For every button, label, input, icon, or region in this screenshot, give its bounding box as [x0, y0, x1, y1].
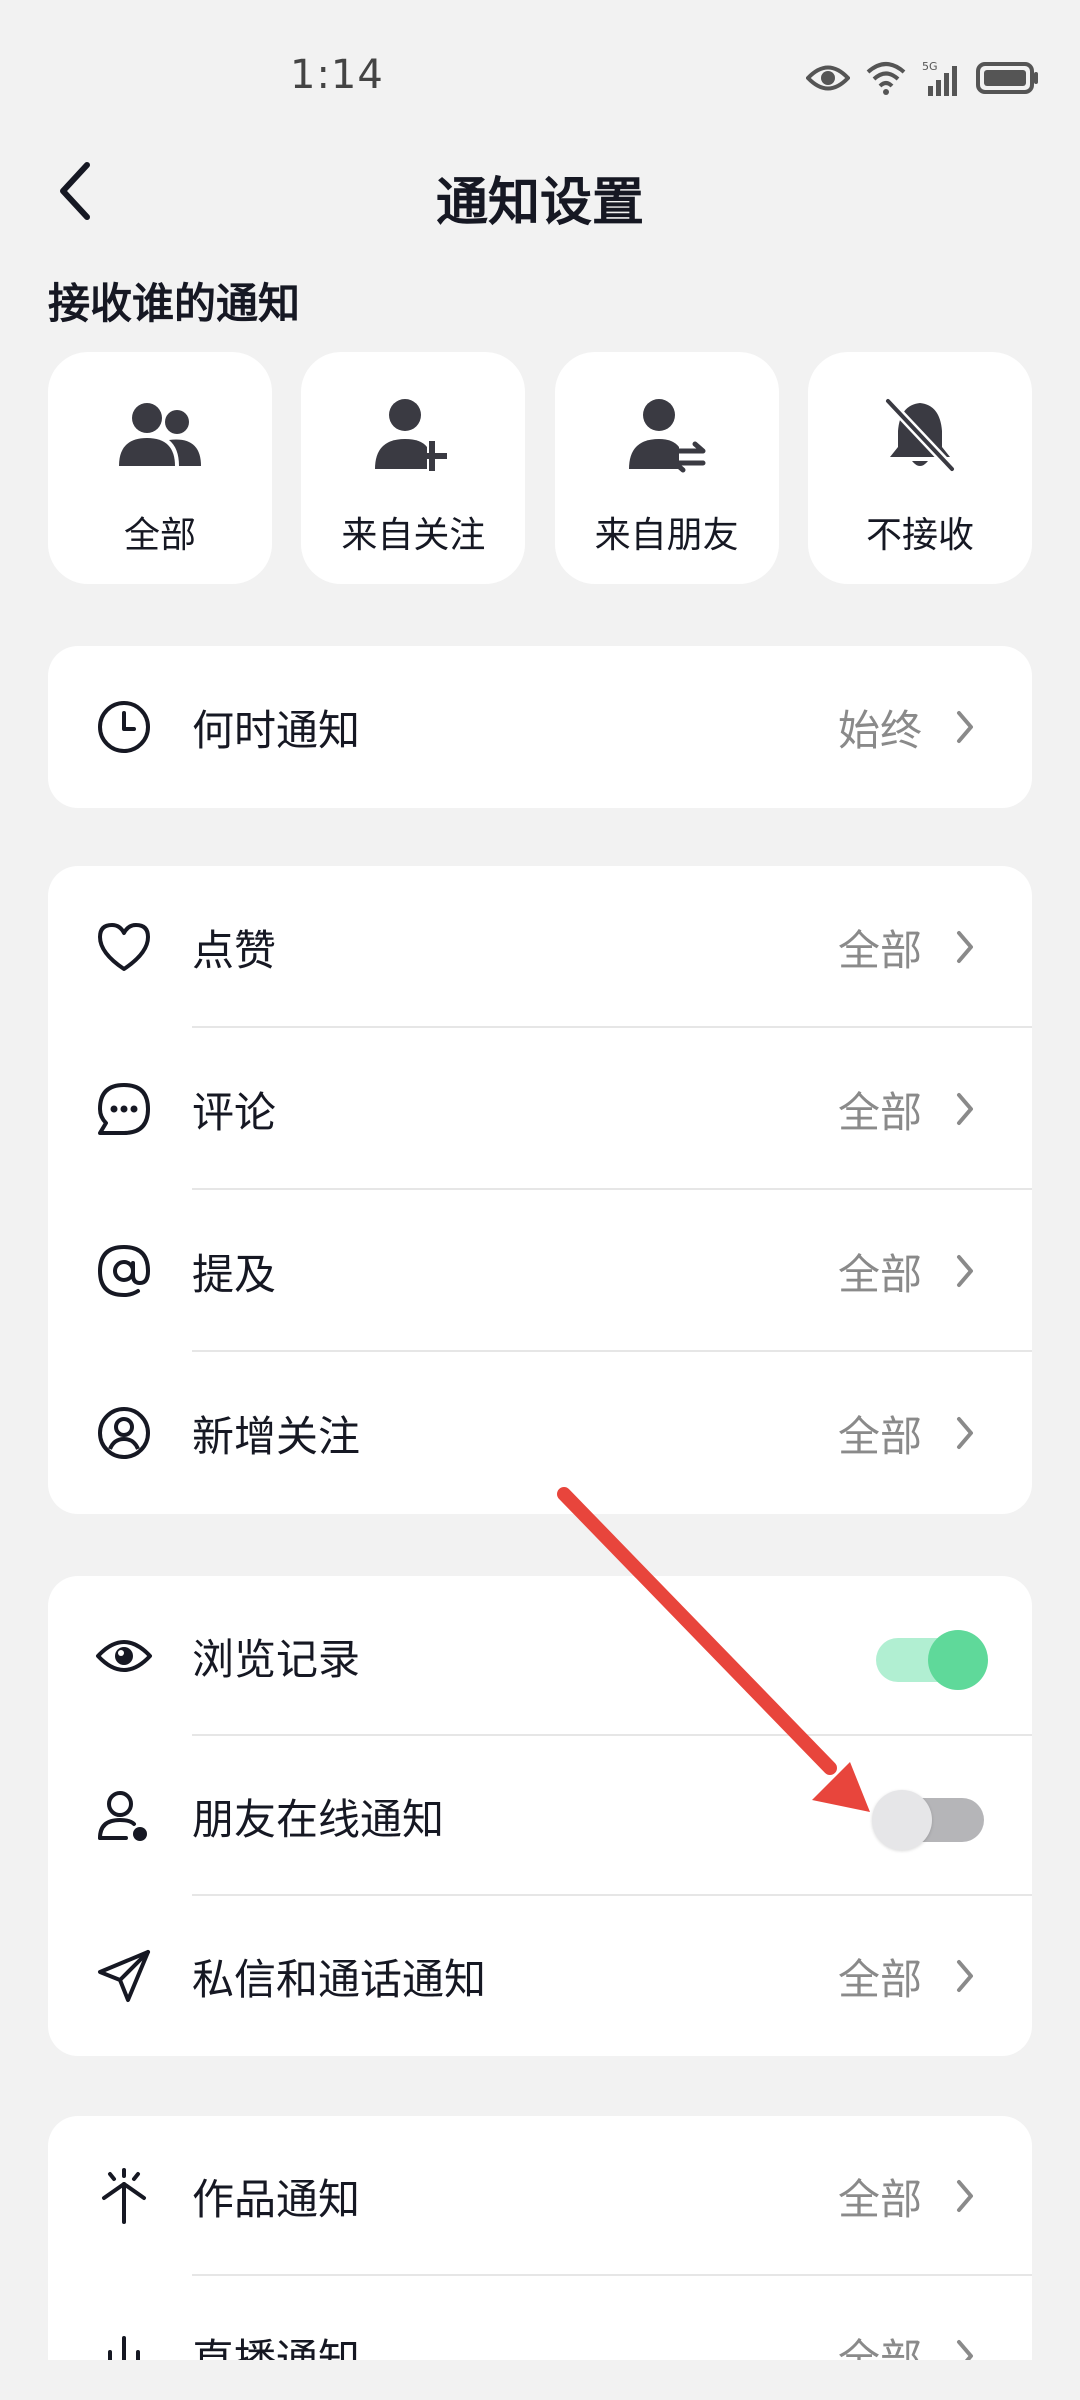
user-online-icon — [94, 1786, 154, 1846]
when-label: 何时通知 — [192, 705, 361, 755]
when-value: 始终 — [837, 705, 922, 755]
bottom-fade — [0, 2360, 1080, 2400]
wifi-status-icon — [864, 60, 908, 96]
bell-off-icon — [875, 390, 965, 480]
user-circle-icon — [94, 1403, 154, 1463]
mentions-value: 全部 — [837, 1249, 922, 1299]
likes-row[interactable]: 点赞 全部 — [48, 866, 1032, 1028]
comments-row[interactable]: 评论 全部 — [48, 1028, 1032, 1190]
status-icons: 5G — [806, 58, 1040, 98]
works-value: 全部 — [837, 2174, 922, 2224]
network-type-label: 5G — [922, 60, 938, 73]
mentions-label: 提及 — [192, 1249, 277, 1299]
new-followers-label: 新增关注 — [192, 1411, 361, 1461]
toggle-knob — [872, 1790, 932, 1850]
browse-history-label: 浏览记录 — [192, 1634, 361, 1684]
mentions-row[interactable]: 提及 全部 — [48, 1190, 1032, 1352]
eye-status-icon — [806, 63, 850, 93]
comment-icon — [94, 1079, 154, 1139]
sparkle-icon — [94, 2166, 154, 2226]
social-card: 浏览记录 朋友在线通知 私信和通话通知 全部 — [48, 1576, 1032, 2056]
cellular-signal-icon: 5G — [922, 60, 962, 96]
chevron-right-icon — [950, 1089, 980, 1129]
receive-option-all[interactable]: 全部 — [48, 352, 272, 584]
likes-label: 点赞 — [192, 925, 277, 975]
receive-option-label: 不接收 — [865, 515, 974, 556]
receive-option-label: 来自朋友 — [594, 515, 739, 556]
receive-option-none[interactable]: 不接收 — [807, 352, 1032, 584]
receive-option-friends[interactable]: 来自朋友 — [554, 352, 779, 584]
when-row[interactable]: 何时通知 始终 — [48, 646, 1032, 808]
chevron-right-icon — [950, 2176, 980, 2216]
header: 通知设置 — [0, 140, 1080, 250]
receive-option-following[interactable]: 来自关注 — [301, 352, 526, 584]
friend-swap-icon — [622, 390, 712, 480]
status-time: 1:14 — [290, 52, 384, 98]
friends-online-label: 朋友在线通知 — [192, 1794, 445, 1844]
receive-option-label: 全部 — [123, 515, 196, 556]
friends-online-row: 朋友在线通知 — [48, 1736, 1032, 1896]
works-row[interactable]: 作品通知 全部 — [48, 2116, 1032, 2276]
chevron-right-icon — [950, 927, 980, 967]
page-title: 通知设置 — [435, 173, 644, 233]
messages-value: 全部 — [837, 1954, 922, 2004]
comments-label: 评论 — [192, 1087, 277, 1137]
heart-icon — [94, 917, 154, 977]
add-user-icon — [368, 390, 458, 480]
comments-value: 全部 — [837, 1087, 922, 1137]
receive-section-title: 接收谁的通知 — [48, 279, 301, 328]
receive-option-label: 来自关注 — [341, 515, 486, 556]
battery-icon — [976, 61, 1040, 95]
chevron-right-icon — [950, 707, 980, 747]
likes-value: 全部 — [837, 925, 922, 975]
status-bar: 1:14 5G — [0, 0, 1080, 150]
clock-icon — [94, 697, 154, 757]
browse-history-row: 浏览记录 — [48, 1576, 1032, 1736]
friends-online-toggle[interactable] — [872, 1790, 984, 1850]
interactions-card: 点赞 全部 评论 全部 提及 全部 新增关注 全部 — [48, 866, 1032, 1514]
chevron-right-icon — [950, 1251, 980, 1291]
send-icon — [94, 1946, 154, 2006]
new-followers-value: 全部 — [837, 1411, 922, 1461]
group-icon — [115, 390, 205, 480]
live-row[interactable]: 直播通知 全部 — [48, 2276, 1032, 2366]
chevron-right-icon — [950, 1956, 980, 1996]
new-followers-row[interactable]: 新增关注 全部 — [48, 1352, 1032, 1514]
at-icon — [94, 1241, 154, 1301]
content-card: 作品通知 全部 直播通知 全部 — [48, 2116, 1032, 2366]
when-card: 何时通知 始终 — [48, 646, 1032, 808]
eye-icon — [94, 1626, 154, 1686]
chevron-right-icon — [950, 1413, 980, 1453]
browse-history-toggle[interactable] — [876, 1630, 988, 1690]
messages-label: 私信和通话通知 — [192, 1954, 487, 2004]
toggle-knob — [928, 1630, 988, 1690]
works-label: 作品通知 — [192, 2174, 361, 2224]
receive-options: 全部 来自关注 来自朋友 不接收 — [48, 352, 1032, 584]
messages-row[interactable]: 私信和通话通知 全部 — [48, 1896, 1032, 2056]
